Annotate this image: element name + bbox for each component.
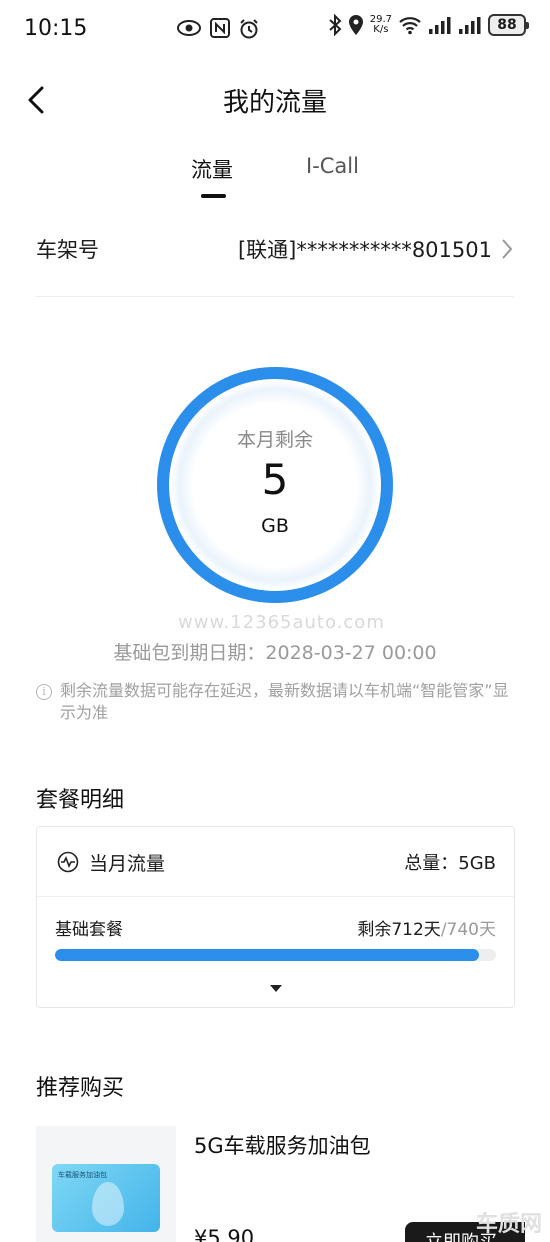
product-price: ¥5.90 <box>194 1226 255 1242</box>
watermark: www.12365auto.com <box>178 612 385 633</box>
recommend-section-title: 推荐购买 <box>36 1076 125 1101</box>
info-icon: i <box>36 684 52 700</box>
chevron-right-icon <box>502 239 513 259</box>
product-card-graphic: 车载服务加油包 <box>52 1164 160 1232</box>
product-image[interactable]: 车载服务加油包 <box>36 1126 176 1242</box>
product-name[interactable]: 5G车载服务加油包 <box>194 1130 371 1160</box>
vin-label: 车架号 <box>36 238 99 262</box>
tab-active-indicator <box>201 194 226 198</box>
nfc-icon <box>210 18 230 38</box>
ring-unit: GB <box>261 515 289 537</box>
remaining-days: 剩余712天/740天 <box>357 915 496 940</box>
product-card-text: 车载服务加油包 <box>58 1171 107 1179</box>
status-time: 10:15 <box>24 16 88 41</box>
total-days: /740天 <box>440 920 496 940</box>
plan-section-title: 套餐明细 <box>36 788 125 813</box>
ring-value: 5 <box>261 455 289 504</box>
eye-icon <box>177 20 201 36</box>
status-right-icons: 29.7 K/s 88 <box>328 14 529 36</box>
notice-text: 剩余流量数据可能存在延迟，最新数据请以车机端“智能管家”显示为准 <box>60 681 509 722</box>
bluetooth-icon <box>329 14 342 36</box>
month-traffic-label: 当月流量 <box>89 853 166 875</box>
alarm-icon <box>240 19 258 39</box>
ring-label: 本月剩余 <box>236 429 313 451</box>
pulse-icon <box>57 851 79 873</box>
corner-logo: 车质网 <box>475 1212 542 1237</box>
plan-progress-track <box>55 949 496 961</box>
status-bar: 10:15 29.7 K/s 88 <box>0 0 550 62</box>
total-traffic: 总量：5GB <box>404 853 496 874</box>
battery-icon: 88 <box>488 14 529 36</box>
page-title: 我的流量 <box>222 88 327 118</box>
status-left-icons <box>176 18 260 40</box>
remaining-days-value: 剩余712天 <box>357 920 441 940</box>
usage-ring: 本月剩余 5 GB <box>150 360 400 610</box>
droplet-icon <box>92 1182 124 1226</box>
signal-icon-2 <box>459 17 481 34</box>
expiry-date: 基础包到期日期：2028-03-27 00:00 <box>113 642 437 664</box>
tab-traffic[interactable]: 流量 <box>191 154 233 184</box>
plan-card: 当月流量 总量：5GB 基础套餐 剩余712天/740天 <box>36 826 515 1008</box>
vin-row[interactable]: 车架号 [联通]***********801501 <box>36 226 514 270</box>
plan-progress-fill <box>55 949 480 961</box>
plan-card-header: 当月流量 总量：5GB <box>37 827 514 897</box>
expand-caret-icon[interactable] <box>270 985 282 992</box>
base-plan-label: 基础套餐 <box>55 920 123 940</box>
net-speed-unit: K/s <box>373 24 389 35</box>
vin-value: [联通]***********801501 <box>237 238 492 262</box>
location-icon <box>348 15 363 35</box>
tab-icall[interactable]: I-Call <box>306 154 359 178</box>
divider <box>36 296 514 297</box>
tab-bar: 流量 I-Call <box>0 154 550 204</box>
signal-icon-1 <box>429 17 451 34</box>
net-speed: 29.7 K/s <box>370 15 392 35</box>
wifi-icon <box>399 17 421 35</box>
